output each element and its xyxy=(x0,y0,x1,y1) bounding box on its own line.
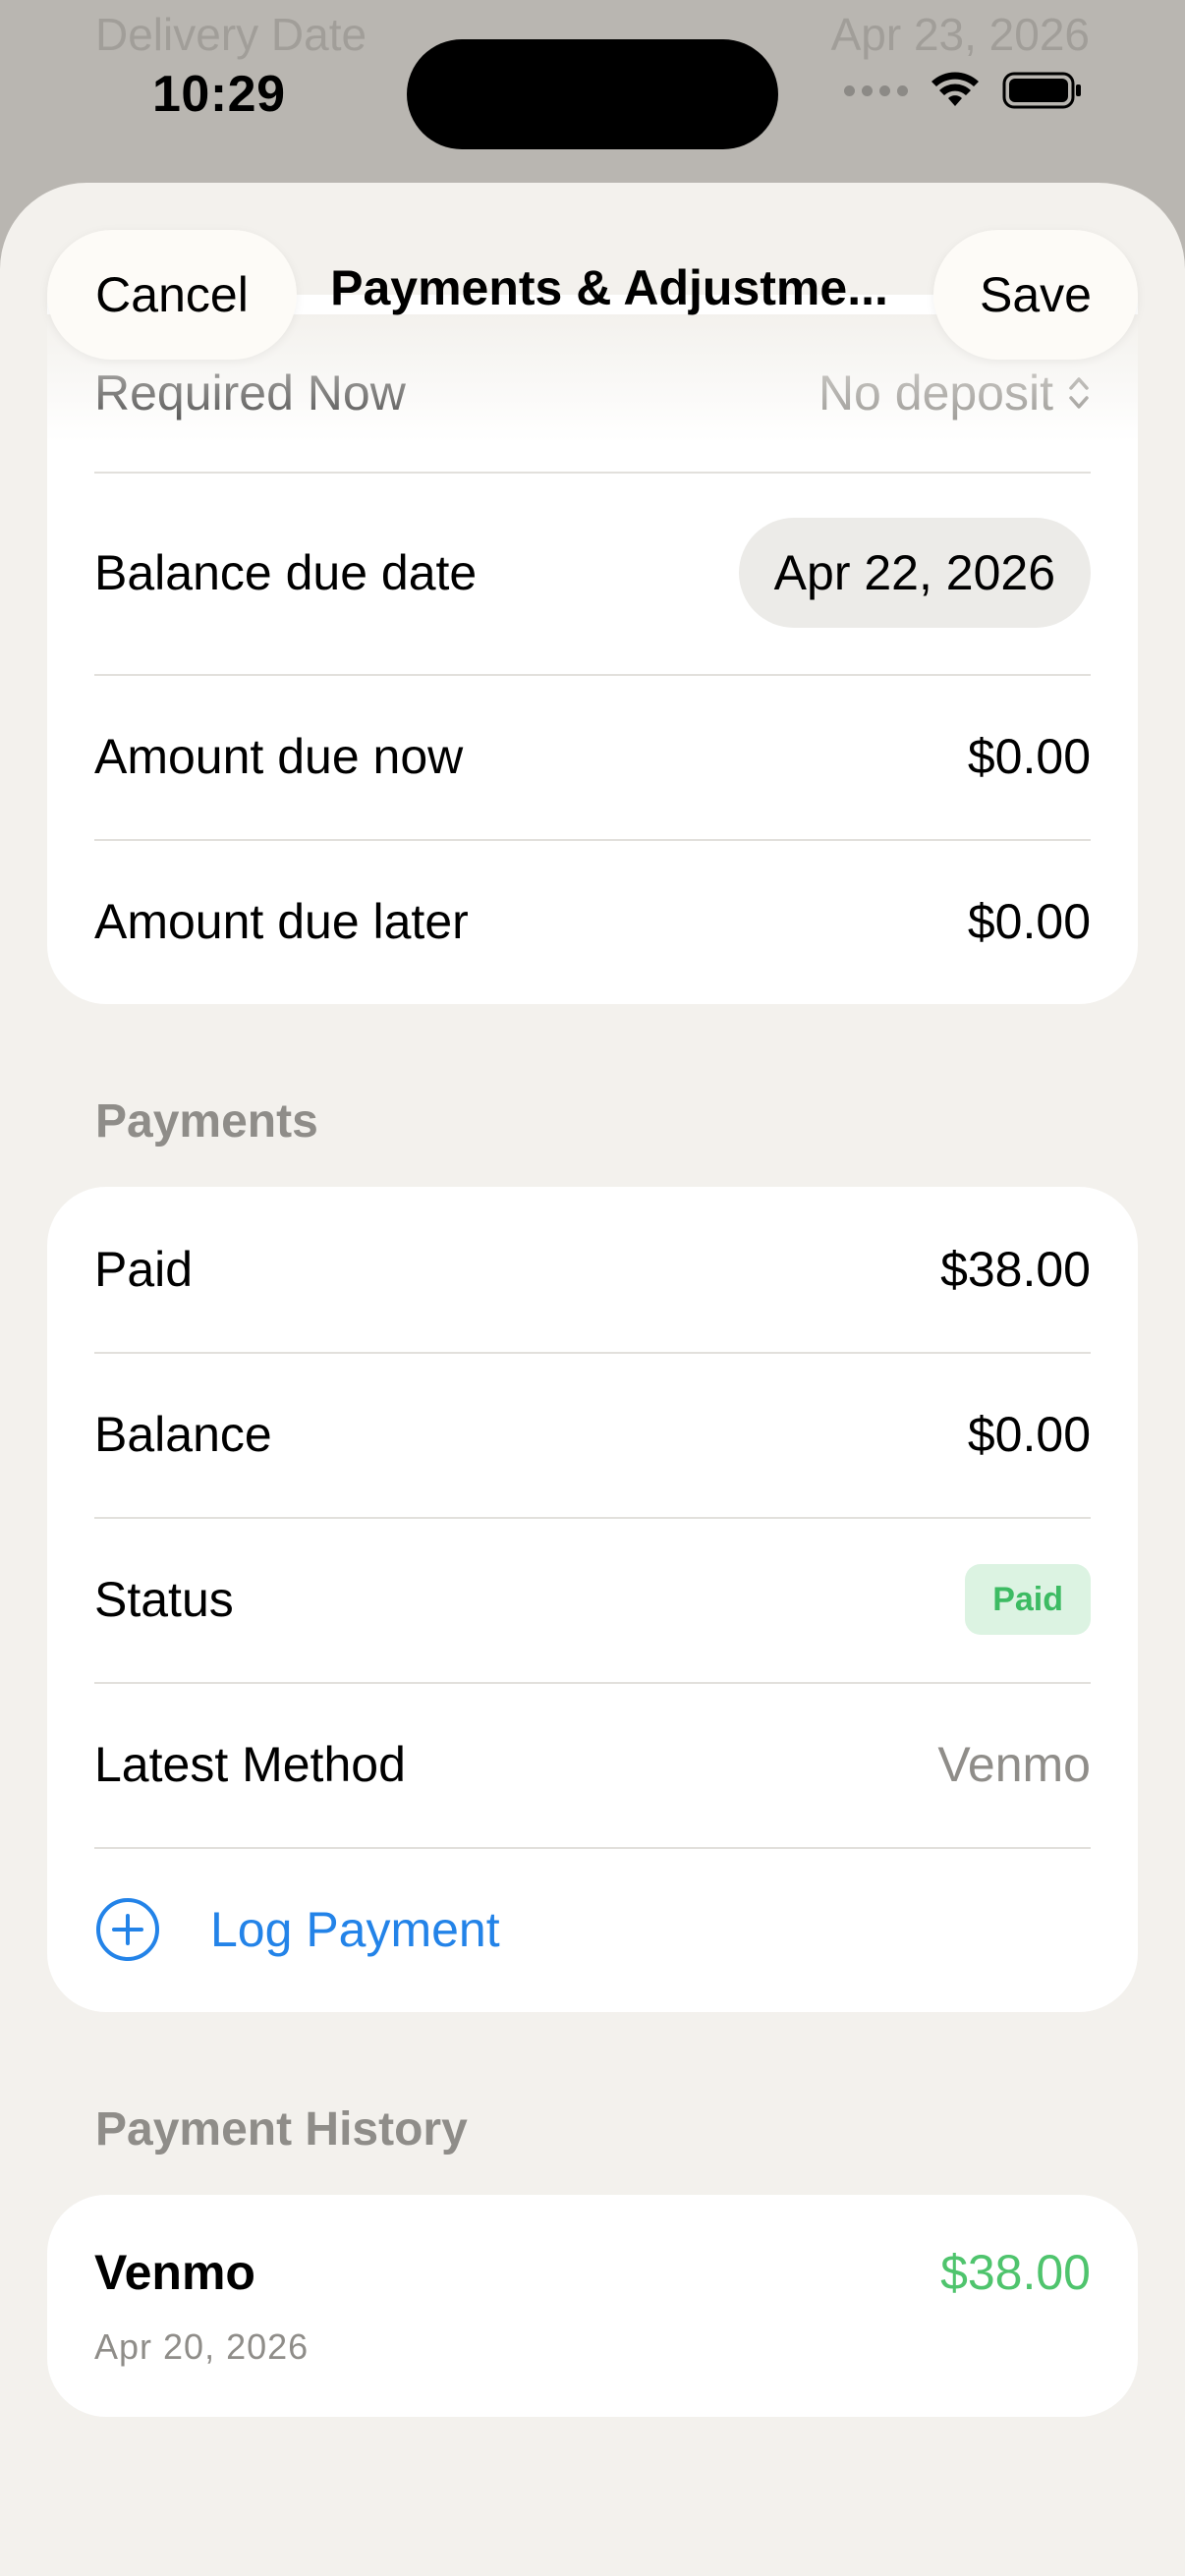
history-item-method: Venmo xyxy=(94,2245,255,2300)
payments-section-header: Payments xyxy=(95,1095,318,1148)
payments-card: Paid $38.00 Balance $0.00 Status Paid La… xyxy=(47,1187,1138,2012)
status-row: Status Paid xyxy=(47,1517,1138,1682)
balance-label: Balance xyxy=(94,1407,272,1462)
amount-due-now-row: Amount due now $0.00 xyxy=(47,674,1138,839)
latest-method-value: Venmo xyxy=(937,1737,1091,1792)
deposit-card: Required Now No deposit Balance due date… xyxy=(47,295,1138,1004)
balance-due-date-picker[interactable]: Apr 22, 2026 xyxy=(738,518,1091,628)
battery-icon xyxy=(1002,72,1081,109)
balance-due-date-row: Balance due date Apr 22, 2026 xyxy=(47,472,1138,674)
payment-history-section-header: Payment History xyxy=(95,2103,468,2156)
paid-label: Paid xyxy=(94,1242,194,1297)
history-item-date: Apr 20, 2026 xyxy=(94,2326,310,2367)
balance-value: $0.00 xyxy=(967,1407,1091,1462)
amount-due-later-label: Amount due later xyxy=(94,894,469,949)
plus-circle-icon xyxy=(96,1898,159,1961)
status-time: 10:29 xyxy=(152,66,286,123)
status-badge: Paid xyxy=(965,1564,1091,1635)
log-payment-label: Log Payment xyxy=(210,1902,500,1957)
latest-method-label: Latest Method xyxy=(94,1737,406,1792)
status-label: Status xyxy=(94,1572,234,1627)
page-title: Payments & Adjustme... xyxy=(330,260,888,315)
cellular-signal-icon xyxy=(844,84,908,96)
payment-history-card: Venmo $38.00 Apr 20, 2026 xyxy=(47,2195,1138,2417)
history-item-amount: $38.00 xyxy=(940,2245,1091,2300)
wifi-icon xyxy=(931,72,979,106)
paid-value: $38.00 xyxy=(940,1242,1091,1297)
cancel-button[interactable]: Cancel xyxy=(47,230,297,360)
balance-due-date-label: Balance due date xyxy=(94,545,478,600)
required-now-label: Required Now xyxy=(94,365,406,420)
save-button[interactable]: Save xyxy=(933,230,1138,360)
amount-due-now-value: $0.00 xyxy=(967,729,1091,784)
required-now-value: No deposit xyxy=(818,365,1053,420)
amount-due-now-label: Amount due now xyxy=(94,729,464,784)
chevron-up-down-icon xyxy=(1069,377,1089,409)
status-icons xyxy=(844,71,1083,110)
amount-due-later-value: $0.00 xyxy=(967,894,1091,949)
status-bar: 10:29 xyxy=(0,0,1185,187)
paid-row: Paid $38.00 xyxy=(47,1187,1138,1352)
amount-due-later-row: Amount due later $0.00 xyxy=(47,839,1138,1004)
balance-row: Balance $0.00 xyxy=(47,1352,1138,1517)
history-item[interactable]: Venmo $38.00 Apr 20, 2026 xyxy=(47,2195,1138,2417)
required-now-picker[interactable]: No deposit xyxy=(818,364,1091,421)
latest-method-row: Latest Method Venmo xyxy=(47,1682,1138,1847)
log-payment-button[interactable]: Log Payment xyxy=(47,1847,1138,2012)
dynamic-island xyxy=(407,39,778,149)
